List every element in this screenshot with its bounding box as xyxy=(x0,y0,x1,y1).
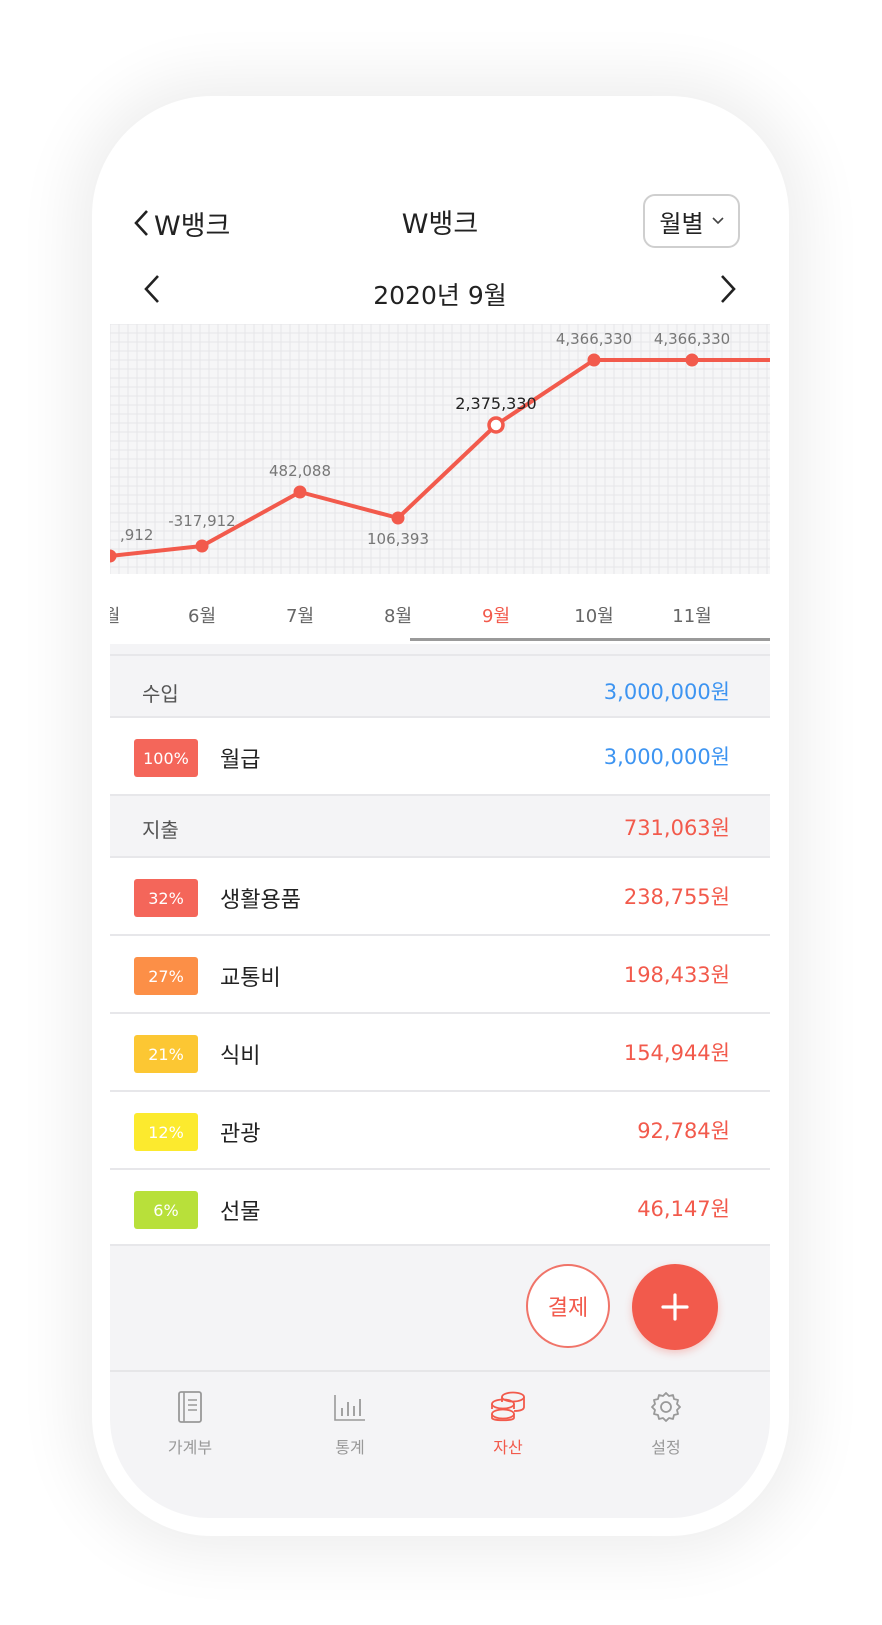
nav-label: 가계부 xyxy=(167,1438,213,1457)
list-item[interactable]: 32% 생활용품 238,755원 xyxy=(110,856,770,934)
category-amount: 238,755원 xyxy=(623,885,730,909)
nav-label: 통계 xyxy=(335,1438,365,1457)
month-tab[interactable]: 10월 xyxy=(574,602,613,628)
current-month: 2020년 9월 xyxy=(373,281,507,310)
nav-item-stats[interactable]: 통계 xyxy=(290,1382,410,1458)
list-item[interactable]: 12% 관광 92,784원 xyxy=(110,1090,770,1168)
category-name: 관광 xyxy=(220,1122,261,1147)
percent-badge: 32% xyxy=(134,879,198,917)
month-tab[interactable]: 월 xyxy=(110,602,120,628)
month-tabs: 월 6월 7월 8월 9월 10월 11월 xyxy=(110,586,770,644)
add-button[interactable] xyxy=(632,1264,718,1350)
list-item[interactable]: 27% 교통비 198,433원 xyxy=(110,934,770,1012)
month-tab-selected[interactable]: 9월 xyxy=(482,602,510,628)
list-item[interactable]: 6% 선물 46,147원 xyxy=(110,1168,770,1246)
percent-badge: 21% xyxy=(134,1035,198,1073)
category-name: 생활용품 xyxy=(220,888,301,913)
data-label: 106,393 xyxy=(367,530,429,548)
category-amount: 198,433원 xyxy=(623,963,730,987)
income-total: 3,000,000원 xyxy=(603,680,730,704)
data-point-selected[interactable] xyxy=(487,416,505,434)
nav-label: 설정 xyxy=(651,1438,681,1457)
data-label: 4,366,330 xyxy=(654,330,730,348)
category-amount: 154,944원 xyxy=(623,1041,730,1065)
category-name: 월급 xyxy=(220,748,261,773)
period-dropdown[interactable]: 월별 xyxy=(643,194,740,248)
income-label: 수입 xyxy=(142,682,179,706)
phone-screen: W뱅크 W뱅크 월별 2020년 9월 ,912 -317,912 482,088 1… xyxy=(110,114,770,1518)
bar-chart-icon xyxy=(334,1395,365,1421)
data-label: ,912 xyxy=(120,526,153,544)
nav-item-ledger[interactable]: 가계부 xyxy=(130,1382,250,1458)
nav-item-assets[interactable]: 자산 xyxy=(448,1382,568,1458)
balance-chart: ,912 -317,912 482,088 106,393 2,375,330 4,366… xyxy=(110,324,770,586)
month-tab[interactable]: 8월 xyxy=(384,602,412,628)
data-label: 4,366,330 xyxy=(556,330,632,348)
category-amount: 46,147원 xyxy=(637,1197,730,1221)
percent-badge: 100% xyxy=(134,739,198,777)
chevron-down-icon xyxy=(712,213,724,229)
month-tab[interactable]: 11월 xyxy=(672,602,711,628)
list-item[interactable]: 100% 월급 3,000,000원 xyxy=(110,716,770,794)
expense-label: 지출 xyxy=(142,818,179,842)
data-label: 2,375,330 xyxy=(455,394,536,413)
coins-icon xyxy=(491,1391,525,1422)
plus-icon xyxy=(661,1293,689,1321)
data-label: 482,088 xyxy=(269,462,331,480)
data-point[interactable] xyxy=(293,485,307,499)
data-label: -317,912 xyxy=(168,512,235,530)
line-chart: ,912 -317,912 482,088 106,393 2,375,330 4,366… xyxy=(110,324,770,574)
category-amount: 3,000,000원 xyxy=(603,745,730,769)
bottom-navigation: 가계부 통계 자산 설정 xyxy=(110,1370,770,1518)
nav-label: 자산 xyxy=(493,1438,523,1457)
data-point[interactable] xyxy=(587,353,601,367)
expense-header: 지출 731,063원 xyxy=(110,794,770,856)
percent-badge: 6% xyxy=(134,1191,198,1229)
expense-total: 731,063원 xyxy=(623,816,730,840)
header: W뱅크 W뱅크 월별 2020년 9월 xyxy=(110,114,770,324)
category-name: 선물 xyxy=(220,1200,261,1225)
percent-badge: 27% xyxy=(134,957,198,995)
category-amount: 92,784원 xyxy=(637,1119,730,1143)
period-dropdown-label: 월별 xyxy=(659,209,704,238)
next-month-button[interactable] xyxy=(708,264,748,314)
chevron-right-icon xyxy=(721,275,736,303)
list-item[interactable]: 21% 식비 154,944원 xyxy=(110,1012,770,1090)
category-name: 식비 xyxy=(220,1044,261,1069)
month-tab[interactable]: 7월 xyxy=(286,602,314,628)
tab-scroll-indicator xyxy=(410,638,770,641)
data-point[interactable] xyxy=(195,539,209,553)
category-name: 교통비 xyxy=(220,966,281,991)
data-point[interactable] xyxy=(391,511,405,525)
percent-badge: 12% xyxy=(134,1113,198,1151)
month-tab[interactable]: 6월 xyxy=(188,602,216,628)
nav-item-settings[interactable]: 설정 xyxy=(606,1382,726,1458)
book-icon xyxy=(178,1391,202,1423)
gear-icon xyxy=(651,1392,681,1422)
data-point[interactable] xyxy=(685,353,699,367)
pay-button[interactable]: 결제 xyxy=(526,1264,610,1348)
